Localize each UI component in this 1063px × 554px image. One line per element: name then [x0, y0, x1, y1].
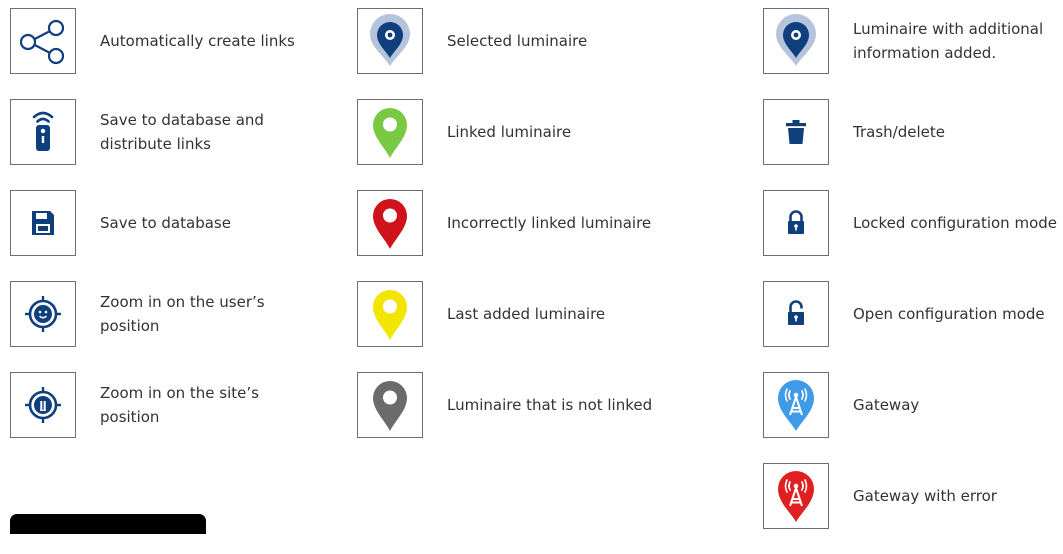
legend-label: Gateway with error	[853, 487, 997, 505]
remote-distribute-icon	[10, 99, 76, 165]
site-position-target-icon	[10, 372, 76, 438]
legend-label: Last added luminaire	[447, 305, 606, 323]
legend-label: Zoom in on the site’s position	[100, 384, 259, 426]
legend-label: Trash/delete	[853, 123, 945, 141]
gateway-error-icon	[763, 463, 829, 529]
legend-label: Luminaire with additional information ad…	[853, 20, 1044, 62]
user-position-target-icon	[10, 281, 76, 347]
legend-label: Locked configuration mode	[853, 214, 1057, 232]
floppy-disk-icon	[10, 190, 76, 256]
legend-label: Gateway	[853, 396, 920, 414]
green-pin-icon	[357, 99, 423, 165]
legend-label: Luminaire that is not linked	[447, 396, 653, 414]
share-links-icon	[10, 8, 76, 74]
locked-padlock-icon	[763, 190, 829, 256]
legend-label: Automatically create links	[100, 32, 295, 50]
legend-label: Save to database and distribute links	[100, 111, 264, 153]
legend-label: Open configuration mode	[853, 305, 1045, 323]
legend-label: Save to database	[100, 214, 231, 232]
legend-label: Selected luminaire	[447, 32, 588, 50]
gray-pin-icon	[357, 372, 423, 438]
legend-label: Linked luminaire	[447, 123, 572, 141]
legend-label: Incorrectly linked luminaire	[447, 214, 652, 232]
trash-icon	[763, 99, 829, 165]
yellow-pin-icon	[357, 281, 423, 347]
legend-label: Zoom in on the user’s position	[100, 293, 265, 335]
open-padlock-icon	[763, 281, 829, 347]
black-tab-bar	[10, 514, 206, 534]
info-pin-icon	[763, 8, 829, 74]
red-pin-icon	[357, 190, 423, 256]
gateway-icon	[763, 372, 829, 438]
selected-pin-icon	[357, 8, 423, 74]
